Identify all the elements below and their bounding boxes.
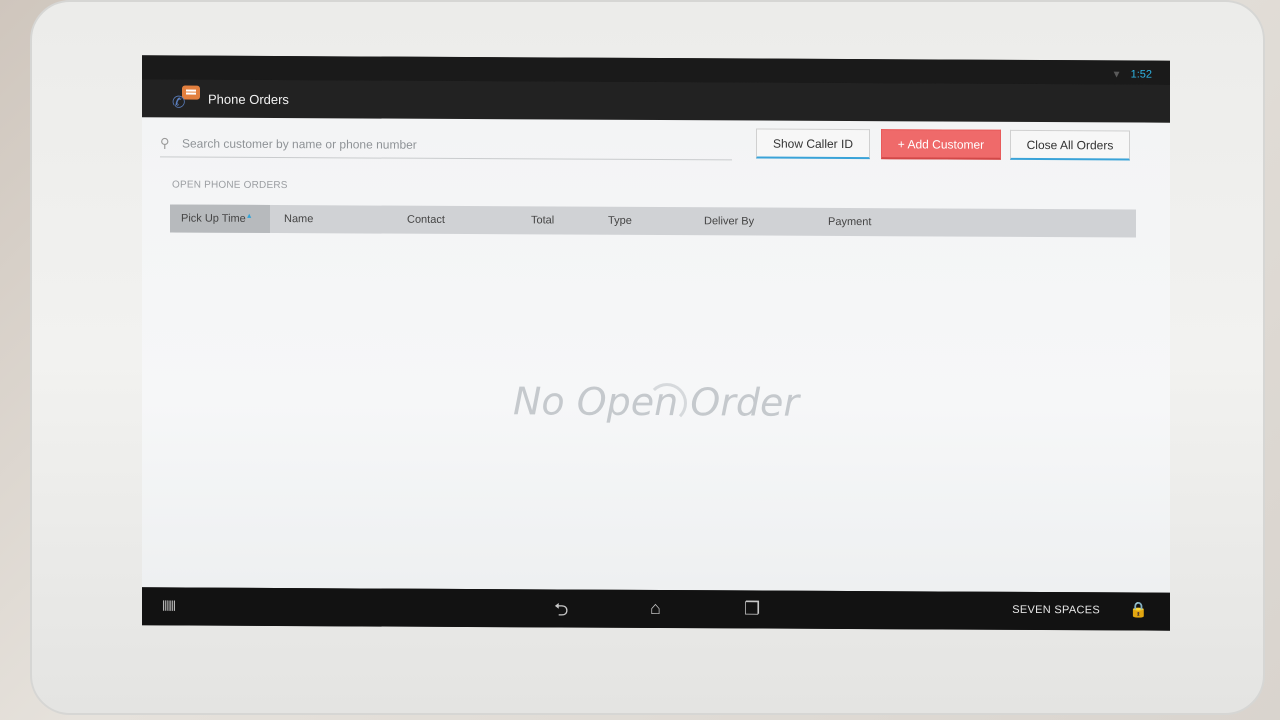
column-header-deliver-by[interactable]: Deliver By [704, 215, 754, 227]
section-label: OPEN PHONE ORDERS [172, 179, 288, 192]
column-header-pick-up-time[interactable]: Pick Up Time▲ [170, 204, 270, 233]
search-bar: ⚲ [160, 129, 732, 161]
app-title: Phone Orders [208, 91, 289, 107]
column-header-total[interactable]: Total [531, 214, 554, 226]
lock-icon[interactable]: 🔒 [1129, 600, 1148, 618]
barcode-icon[interactable]: ||||||| [162, 599, 175, 611]
search-input[interactable] [182, 136, 732, 153]
navigation-bar: ||||||| ⮌ ⌂ ❐ SEVEN SPACES 🔒 [142, 587, 1170, 631]
tablet-screen: ▼ 1:52 ✆ Phone Orders ⚲ Show Caller ID +… [142, 55, 1170, 631]
search-icon: ⚲ [160, 134, 170, 150]
sort-icon: ▲ [245, 212, 253, 220]
back-icon[interactable]: ⮌ [554, 597, 568, 627]
main-content: ⚲ Show Caller ID + Add Customer Close Al… [142, 117, 1170, 593]
add-customer-button[interactable]: + Add Customer [881, 129, 1001, 160]
column-header-contact[interactable]: Contact [407, 214, 445, 226]
close-all-orders-button[interactable]: Close All Orders [1010, 129, 1130, 161]
show-caller-id-button[interactable]: Show Caller ID [756, 128, 870, 160]
status-time: 1:52 [1130, 68, 1152, 81]
empty-state-message: No Open Order [513, 379, 799, 425]
column-header-payment[interactable]: Payment [828, 216, 871, 228]
phone-chat-icon[interactable]: ✆ [172, 85, 200, 112]
table-header: Pick Up Time▲ Name Contact Total Type De… [170, 204, 1136, 238]
column-header-name[interactable]: Name [284, 213, 313, 225]
wifi-icon: ▼ [1111, 69, 1122, 81]
home-icon[interactable]: ⌂ [650, 598, 661, 619]
store-name: SEVEN SPACES [1012, 603, 1100, 617]
action-bar: ✆ Phone Orders [142, 79, 1170, 123]
recents-icon[interactable]: ❐ [744, 598, 760, 619]
column-header-type[interactable]: Type [608, 215, 632, 227]
tablet-device: ▼ 1:52 ✆ Phone Orders ⚲ Show Caller ID +… [30, 0, 1265, 715]
